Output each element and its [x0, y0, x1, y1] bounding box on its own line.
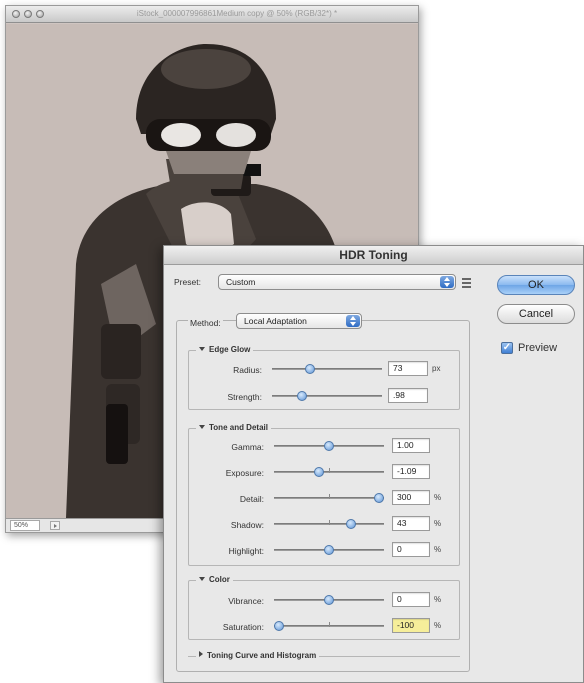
toning-curve-header[interactable]: Toning Curve and Histogram: [196, 651, 320, 660]
tone-detail-title: Tone and Detail: [209, 423, 268, 432]
radius-slider[interactable]: [272, 363, 382, 375]
gamma-label: Gamma:: [231, 442, 264, 452]
exposure-label: Exposure:: [225, 468, 264, 478]
highlight-label: Highlight:: [228, 546, 264, 556]
slider-track: [272, 368, 382, 370]
slider-thumb[interactable]: [324, 545, 334, 555]
slider-thumb[interactable]: [297, 391, 307, 401]
preset-select-value: Custom: [226, 277, 256, 287]
slider-thumb[interactable]: [324, 441, 334, 451]
preset-select[interactable]: Custom: [218, 274, 456, 290]
highlight-input[interactable]: 0: [392, 542, 430, 557]
gamma-slider[interactable]: [274, 440, 384, 452]
slider-thumb[interactable]: [324, 595, 334, 605]
gamma-input[interactable]: 1.00: [392, 438, 430, 453]
detail-unit: %: [434, 493, 442, 502]
edge-glow-header[interactable]: Edge Glow: [196, 345, 254, 354]
slider-center-tick: [329, 468, 330, 473]
ok-button[interactable]: OK: [497, 275, 575, 295]
method-label: Method:: [188, 318, 223, 328]
dialog-title: HDR Toning: [164, 246, 583, 265]
saturation-slider[interactable]: [274, 620, 384, 632]
exposure-slider[interactable]: [274, 466, 384, 478]
saturation-input[interactable]: -100: [392, 618, 430, 633]
hdr-toning-dialog: HDR Toning Preset: Custom OK Cancel ✓ Pr…: [163, 245, 584, 683]
radius-input[interactable]: 73: [388, 361, 428, 376]
preset-options-icon[interactable]: [462, 278, 474, 288]
zoom-level-field[interactable]: 50%: [10, 520, 40, 531]
document-title: iStock_000007996861Medium copy @ 50% (RG…: [136, 9, 338, 18]
detail-input[interactable]: 300: [392, 490, 430, 505]
shadow-slider[interactable]: [274, 518, 384, 530]
slider-track: [272, 395, 382, 397]
preview-label: Preview: [518, 342, 558, 354]
toning-curve-title: Toning Curve and Histogram: [207, 651, 317, 660]
saturation-unit: %: [434, 621, 442, 630]
strength-slider[interactable]: [272, 390, 382, 402]
tone-detail-header[interactable]: Tone and Detail: [196, 423, 271, 432]
disclosure-triangle-icon: [199, 425, 205, 429]
saturation-label: Saturation:: [222, 622, 264, 632]
detail-label: Detail:: [239, 494, 264, 504]
slider-thumb[interactable]: [374, 493, 384, 503]
color-header[interactable]: Color: [196, 575, 233, 584]
close-window-icon[interactable]: [12, 10, 20, 18]
radius-unit: px: [432, 364, 441, 373]
slider-thumb[interactable]: [346, 519, 356, 529]
popup-arrows-icon: [346, 315, 360, 327]
detail-slider[interactable]: [274, 492, 384, 504]
highlight-slider[interactable]: [274, 544, 384, 556]
vibrance-unit: %: [434, 595, 442, 604]
minimize-window-icon[interactable]: [24, 10, 32, 18]
preset-label: Preset:: [174, 277, 201, 287]
method-select-value: Local Adaptation: [244, 316, 307, 326]
disclosure-triangle-icon: [199, 651, 203, 657]
color-title: Color: [209, 575, 230, 584]
exposure-input[interactable]: -1.09: [392, 464, 430, 479]
strength-label: Strength:: [227, 392, 263, 402]
shadow-label: Shadow:: [230, 520, 264, 530]
radius-label: Radius:: [233, 365, 262, 375]
preview-checkbox[interactable]: ✓: [501, 342, 513, 354]
method-select[interactable]: Local Adaptation: [236, 313, 362, 329]
disclosure-triangle-icon: [199, 347, 205, 351]
disclosure-triangle-icon: [199, 577, 205, 581]
vibrance-slider[interactable]: [274, 594, 384, 606]
zoom-window-icon[interactable]: [36, 10, 44, 18]
slider-center-tick: [329, 622, 330, 627]
cancel-button[interactable]: Cancel: [497, 304, 575, 324]
popup-arrows-icon: [440, 276, 454, 288]
slider-thumb[interactable]: [314, 467, 324, 477]
status-menu-arrow-icon[interactable]: [50, 521, 60, 530]
window-controls: [12, 10, 44, 18]
slider-center-tick: [329, 520, 330, 525]
slider-thumb[interactable]: [305, 364, 315, 374]
edge-glow-title: Edge Glow: [209, 345, 251, 354]
vibrance-label: Vibrance:: [228, 596, 264, 606]
highlight-unit: %: [434, 545, 442, 554]
shadow-input[interactable]: 43: [392, 516, 430, 531]
document-titlebar: iStock_000007996861Medium copy @ 50% (RG…: [6, 6, 418, 23]
shadow-unit: %: [434, 519, 442, 528]
strength-input[interactable]: .98: [388, 388, 428, 403]
slider-thumb[interactable]: [274, 621, 284, 631]
slider-center-tick: [329, 494, 330, 499]
vibrance-input[interactable]: 0: [392, 592, 430, 607]
